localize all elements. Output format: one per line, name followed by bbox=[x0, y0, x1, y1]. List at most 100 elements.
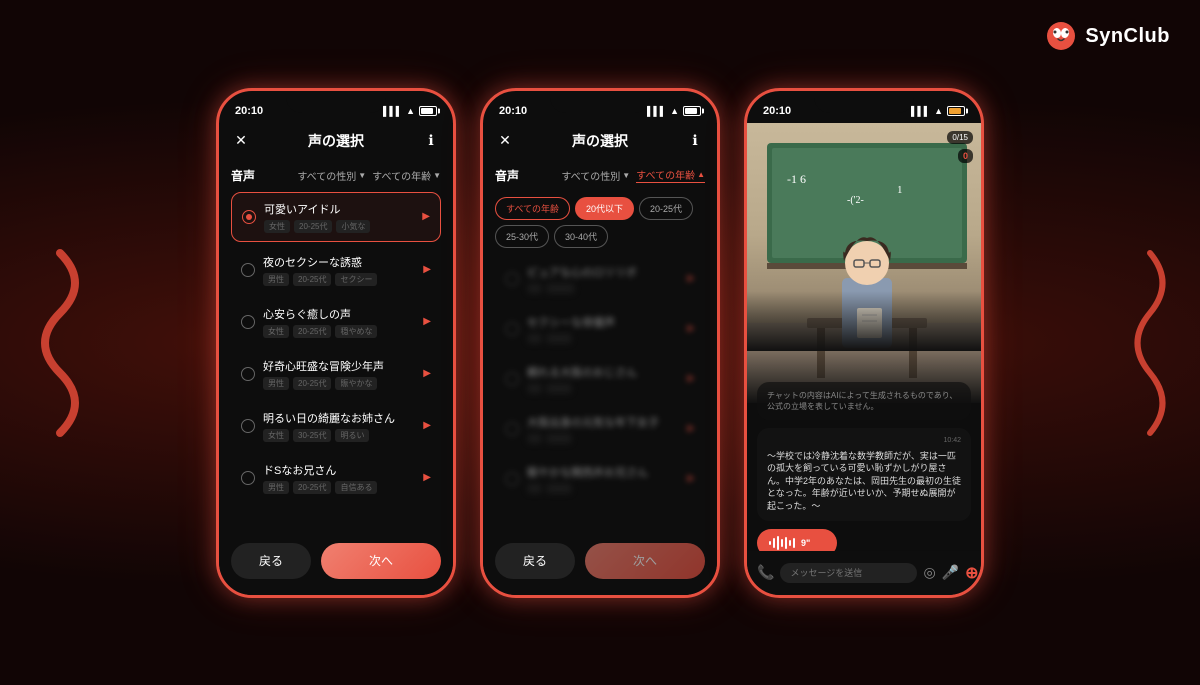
phone-1-time: 20:10 bbox=[235, 105, 263, 117]
svg-text:-('2-: -('2- bbox=[847, 195, 864, 206]
play-icon[interactable]: ▶ bbox=[423, 472, 431, 483]
signal-icon: ▌▌▌ bbox=[383, 106, 402, 116]
waveform-bar bbox=[781, 539, 783, 547]
voice-tag: 20-25代 bbox=[293, 273, 331, 286]
mic-icon[interactable]: 🎤 bbox=[942, 564, 959, 581]
next-button-2[interactable]: 次へ bbox=[585, 543, 705, 579]
age-filter[interactable]: すべての年齢 ▲ bbox=[636, 167, 705, 183]
radio-unselected bbox=[241, 315, 255, 329]
play-icon[interactable]: ▶ bbox=[423, 368, 431, 379]
voice-tag: 男性 bbox=[263, 273, 289, 286]
audio-message-bubble[interactable]: 9" bbox=[757, 529, 837, 551]
classroom-svg: -1 6 -('2- 1 bbox=[747, 123, 981, 403]
phone-1-voice-item-6[interactable]: ドSなお兄さん 男性 20-25代 自信ある ▶ bbox=[231, 454, 441, 502]
phone-2-voice-item-3: 頼れる大阪のおじさん -- ------ ▶ bbox=[495, 356, 705, 402]
system-message: チャットの内容はAIによって生成されるものであり、公式の立場を表していません。 bbox=[757, 382, 971, 420]
radio-unselected bbox=[505, 322, 519, 336]
voice-info-4: 好奇心旺盛な冒険少年声 男性 20-25代 賑やかな bbox=[263, 358, 423, 390]
play-icon[interactable]: ▶ bbox=[423, 264, 431, 275]
chat-gradient-overlay bbox=[747, 291, 981, 351]
message-input[interactable] bbox=[780, 563, 917, 583]
info-icon[interactable]: ℹ bbox=[421, 132, 441, 149]
phone-2-filter-row: 音声 すべての性別 ▼ すべての年齢 ▲ bbox=[495, 161, 705, 192]
age-chip-25-30[interactable]: 25-30代 bbox=[495, 225, 549, 248]
voice-tag: 20-25代 bbox=[294, 220, 332, 233]
phone-1-voice-item-1[interactable]: 可愛いアイドル 女性 20-25代 小気な ▶ bbox=[231, 192, 441, 242]
phone-1-voice-item-3[interactable]: 心安らぐ癒しの声 女性 20-25代 穏やめな ▶ bbox=[231, 298, 441, 346]
voice-tag: -- bbox=[527, 333, 542, 344]
radio-unselected bbox=[505, 372, 519, 386]
voice-name-5: 明るい日の綺麗なお姉さん bbox=[263, 410, 423, 426]
radio-unselected bbox=[241, 367, 255, 381]
gender-filter[interactable]: すべての性別 ▼ bbox=[297, 168, 366, 183]
logo-icon bbox=[1045, 20, 1077, 52]
phone-3: 20:10 ▌▌▌ ▲ -1 6 -('2- 1 bbox=[744, 88, 984, 598]
play-icon[interactable]: ▶ bbox=[423, 316, 431, 327]
back-button-2[interactable]: 戻る bbox=[495, 543, 575, 579]
location-icon[interactable]: ◎ bbox=[923, 564, 935, 581]
voice-name-1: 可愛いアイドル bbox=[264, 201, 422, 217]
phone-1-title: 声の選択 bbox=[251, 131, 421, 151]
radio-unselected bbox=[241, 471, 255, 485]
voice-tags: -- ------- bbox=[527, 283, 687, 294]
voice-info-5: 明るい日の綺麗なお姉さん 女性 30-25代 明るい bbox=[263, 410, 423, 442]
voice-info: セクシーな俳優声 -- ------ bbox=[527, 314, 687, 344]
signal-icon: ▌▌▌ bbox=[647, 106, 666, 116]
voice-tag: 女性 bbox=[263, 325, 289, 338]
age-chip-20-25[interactable]: 20-25代 bbox=[639, 197, 693, 220]
back-button[interactable]: 戻る bbox=[231, 543, 311, 579]
waveform-bar bbox=[785, 537, 787, 549]
waveform-bar bbox=[789, 540, 791, 546]
age-chip-20s[interactable]: 20代以下 bbox=[575, 197, 634, 220]
battery-icon bbox=[683, 106, 701, 116]
voice-tag: 明るい bbox=[335, 429, 369, 442]
voice-info: 大阪出身の元気な年下女子 -- ------ bbox=[527, 414, 687, 444]
phone-3-time: 20:10 bbox=[763, 105, 791, 117]
phone-1-voice-item-4[interactable]: 好奇心旺盛な冒険少年声 男性 20-25代 賑やかな ▶ bbox=[231, 350, 441, 398]
battery-icon bbox=[947, 106, 965, 116]
voice-tag: -- bbox=[527, 383, 542, 394]
age-chip-30-40[interactable]: 30-40代 bbox=[554, 225, 608, 248]
voice-info-3: 心安らぐ癒しの声 女性 20-25代 穏やめな bbox=[263, 306, 423, 338]
next-button[interactable]: 次へ bbox=[321, 543, 441, 579]
info-icon[interactable]: ℹ bbox=[685, 132, 705, 149]
voice-tag: 女性 bbox=[263, 429, 289, 442]
radio-unselected bbox=[505, 272, 519, 286]
chat-timestamp: 10:42 bbox=[767, 436, 961, 446]
phone-2-screen: ✕ 声の選択 ℹ 音声 すべての性別 ▼ すべての年齢 ▲ bbox=[483, 123, 717, 595]
phone-2-filter-label: 音声 bbox=[495, 167, 519, 184]
radio-selected bbox=[242, 210, 256, 224]
synclub-logo: SynClub bbox=[1045, 20, 1170, 52]
play-icon[interactable]: ▶ bbox=[422, 211, 430, 222]
phone-1-bottom-btns: 戻る 次へ bbox=[231, 543, 441, 579]
age-chip-all[interactable]: すべての年齢 bbox=[495, 197, 570, 220]
phone-1-voice-item-2[interactable]: 夜のセクシーな誘惑 男性 20-25代 セクシー ▶ bbox=[231, 246, 441, 294]
add-icon[interactable]: ⊕ bbox=[965, 563, 978, 583]
play-icon[interactable]: ▶ bbox=[423, 420, 431, 431]
gender-filter[interactable]: すべての性別 ▼ bbox=[561, 168, 630, 183]
voice-info-2: 夜のセクシーな誘惑 男性 20-25代 セクシー bbox=[263, 254, 423, 286]
waveform-bar bbox=[793, 538, 795, 548]
waveform-bars bbox=[769, 535, 795, 551]
phone-1-filter-label: 音声 bbox=[231, 167, 255, 184]
phone-1-notch bbox=[286, 91, 386, 113]
age-filter[interactable]: すべての年齢 ▼ bbox=[372, 168, 441, 183]
voice-tag: 男性 bbox=[263, 377, 289, 390]
phone-1-voice-item-5[interactable]: 明るい日の綺麗なお姉さん 女性 30-25代 明るい ▶ bbox=[231, 402, 441, 450]
close-icon[interactable]: ✕ bbox=[231, 132, 251, 149]
close-icon[interactable]: ✕ bbox=[495, 132, 515, 149]
voice-tag: 女性 bbox=[264, 220, 290, 233]
waveform-bar bbox=[773, 538, 775, 548]
phone-icon[interactable]: 📞 bbox=[757, 564, 774, 581]
phone-2-title: 声の選択 bbox=[515, 131, 685, 151]
chat-messages-area: チャットの内容はAIによって生成されるものであり、公式の立場を表していません。 … bbox=[747, 376, 981, 551]
voice-info-6: ドSなお兄さん 男性 20-25代 自信ある bbox=[263, 462, 423, 494]
voice-name: 大阪出身の元気な年下女子 bbox=[527, 414, 687, 430]
voice-tag: ------ bbox=[546, 433, 572, 444]
wifi-icon: ▲ bbox=[406, 106, 415, 116]
voice-tag: -- bbox=[527, 433, 542, 444]
squiggle-left-decoration bbox=[20, 243, 100, 443]
play-icon: ▶ bbox=[687, 473, 695, 484]
play-icon: ▶ bbox=[687, 373, 695, 384]
wifi-icon: ▲ bbox=[934, 106, 943, 116]
